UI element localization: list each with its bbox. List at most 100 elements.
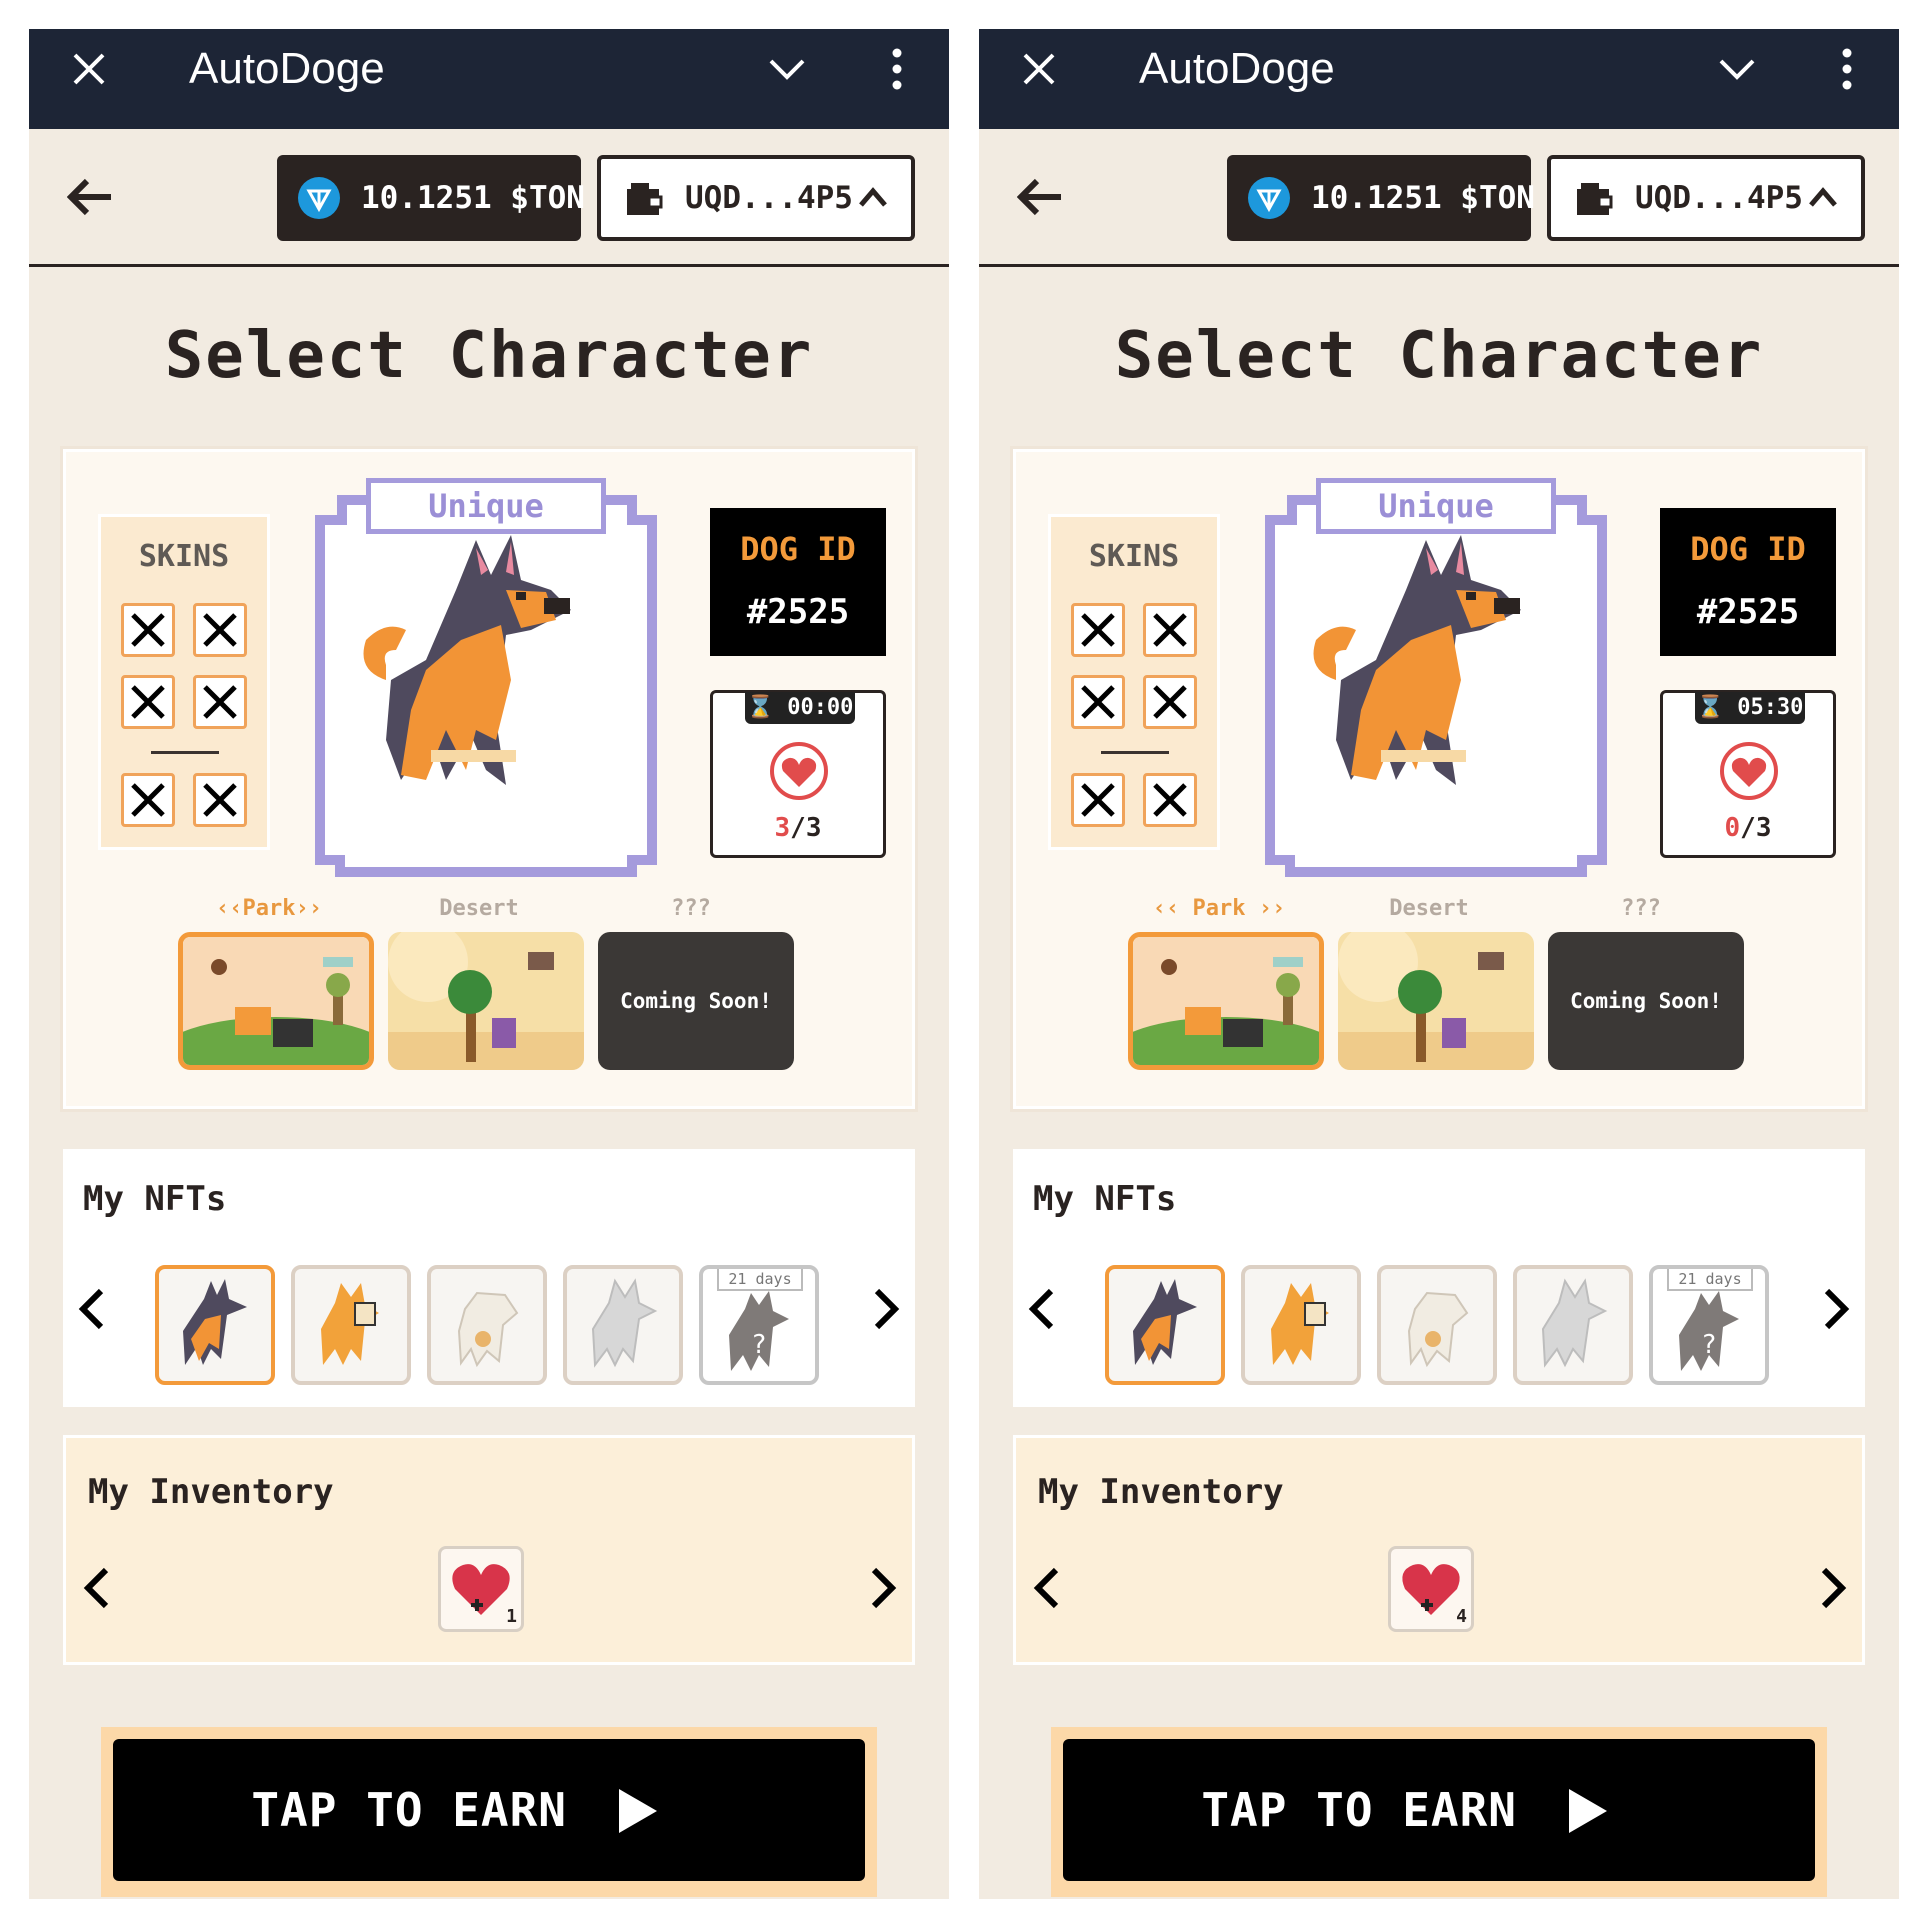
chevron-left-icon[interactable] [82, 1566, 112, 1610]
location-desert[interactable] [388, 932, 584, 1070]
chevron-right-icon[interactable] [868, 1566, 898, 1610]
skin-slot[interactable] [1143, 675, 1197, 729]
wallet-button[interactable]: UQD...4P5 [1547, 155, 1865, 241]
kebab-menu-icon[interactable] [891, 47, 903, 91]
nft-card[interactable] [291, 1265, 411, 1385]
location-coming-soon: Coming Soon! [1548, 932, 1744, 1070]
x-mark-icon [131, 613, 165, 647]
nft-dog-bulldog [1407, 1291, 1469, 1368]
chevron-left-icon[interactable] [77, 1287, 107, 1331]
nft-card[interactable] [1377, 1265, 1497, 1385]
tap-to-earn-button[interactable]: TAP TO EARN [113, 1739, 865, 1881]
nft-card[interactable] [1241, 1265, 1361, 1385]
location-park[interactable] [178, 932, 374, 1070]
skin-slot[interactable] [1143, 773, 1197, 827]
app-title: AutoDoge [189, 44, 385, 93]
wallet-bar: 10.1251 $TON UQD...4P5 [29, 129, 949, 267]
wallet-bar: 10.1251 $TON UQD...4P5 [979, 129, 1899, 267]
nft-card[interactable] [563, 1265, 683, 1385]
chevron-right-icon[interactable] [1821, 1287, 1851, 1331]
ton-balance[interactable]: 10.1251 $TON [1227, 155, 1535, 241]
nft-card[interactable] [155, 1265, 275, 1385]
energy-current: 0 [1724, 813, 1741, 843]
x-mark-icon [1153, 685, 1187, 719]
ton-diamond-icon [298, 177, 340, 219]
skins-divider [151, 751, 219, 754]
close-icon[interactable] [1021, 51, 1057, 87]
cta-frame: TAP TO EARN [101, 1727, 877, 1897]
page-title: Select Character [1114, 319, 1764, 393]
balance-amount: 10.1251 $TON [361, 180, 585, 216]
energy-max: /3 [1740, 813, 1772, 843]
svg-text:?: ? [1701, 1330, 1717, 1360]
heart-icon [770, 742, 828, 800]
screen-left: AutoDoge 10.1251 $TON UQD...4P5 Select C… [29, 29, 949, 1899]
dog-id-label: DOG ID [740, 530, 856, 568]
wallet-address: UQD...4P5 [685, 180, 853, 216]
location-park[interactable] [1128, 932, 1324, 1070]
skins-panel: SKINS [98, 514, 270, 850]
x-mark-icon [1081, 613, 1115, 647]
chevron-left-icon[interactable] [1032, 1566, 1062, 1610]
chevron-down-icon[interactable] [767, 51, 807, 87]
arrow-left-icon[interactable] [1017, 177, 1065, 217]
x-mark-icon [203, 783, 237, 817]
location-label-park: ‹‹Park›› [216, 896, 322, 921]
inventory-title: My Inventory [88, 1472, 334, 1512]
wallet-button[interactable]: UQD...4P5 [597, 155, 915, 241]
nft-dog-shiba [1271, 1283, 1329, 1365]
nfts-title: My NFTs [83, 1179, 227, 1219]
nft-dog-bulldog [457, 1291, 519, 1368]
skin-slot[interactable] [1071, 603, 1125, 657]
kebab-menu-icon[interactable] [1841, 47, 1853, 91]
balance-amount: 10.1251 $TON [1311, 180, 1535, 216]
skin-slot[interactable] [121, 773, 175, 827]
desert-scene [1338, 932, 1534, 1070]
energy-current: 3 [774, 813, 791, 843]
x-mark-icon [1153, 613, 1187, 647]
inventory-item-heart-potion[interactable]: 1 [438, 1546, 524, 1632]
location-desert[interactable] [1338, 932, 1534, 1070]
ton-diamond-icon [1248, 177, 1290, 219]
close-icon[interactable] [71, 51, 107, 87]
chevron-up-icon [1809, 187, 1837, 207]
nft-card[interactable] [1105, 1265, 1225, 1385]
nft-dog-shiba [321, 1283, 379, 1365]
nft-card-locked[interactable]: 21 days ? [1649, 1265, 1769, 1385]
energy-card: ⌛ 05:30 0/3 [1660, 690, 1836, 858]
nft-card[interactable] [1513, 1265, 1633, 1385]
nft-card-locked[interactable]: 21 days ? [699, 1265, 819, 1385]
desert-scene [388, 932, 584, 1070]
app-header: AutoDoge [979, 29, 1899, 129]
my-inventory-section: My Inventory 1 [63, 1435, 915, 1665]
skins-divider [1101, 751, 1169, 754]
skin-slot[interactable] [193, 773, 247, 827]
arrow-left-icon[interactable] [67, 177, 115, 217]
dog-id-value: #2525 [746, 592, 850, 632]
ton-balance[interactable]: 10.1251 $TON [277, 155, 585, 241]
skin-slot[interactable] [1143, 603, 1197, 657]
skin-slot[interactable] [121, 603, 175, 657]
skin-slot[interactable] [193, 675, 247, 729]
tap-to-earn-button[interactable]: TAP TO EARN [1063, 1739, 1815, 1881]
my-nfts-section: My NFTs 21 days ? [63, 1149, 915, 1407]
location-label-desert: Desert [439, 896, 519, 921]
location-label-park: ‹‹ Park ›› [1152, 896, 1286, 921]
cta-frame: TAP TO EARN [1051, 1727, 1827, 1897]
skin-slot[interactable] [121, 675, 175, 729]
skin-slot[interactable] [193, 603, 247, 657]
inventory-title: My Inventory [1038, 1472, 1284, 1512]
location-label-desert: Desert [1389, 896, 1469, 921]
skin-slot[interactable] [1071, 773, 1125, 827]
energy-count: 0/3 [1663, 813, 1833, 843]
skin-slot[interactable] [1071, 675, 1125, 729]
chevron-left-icon[interactable] [1027, 1287, 1057, 1331]
chevron-right-icon[interactable] [1818, 1566, 1848, 1610]
rarity-badge: Unique [366, 478, 606, 534]
inventory-item-heart-potion[interactable]: 4 [1388, 1546, 1474, 1632]
chevron-right-icon[interactable] [871, 1287, 901, 1331]
nft-dog-shepherd [183, 1279, 247, 1365]
chevron-down-icon[interactable] [1717, 51, 1757, 87]
my-nfts-section: My NFTs 21 days ? [1013, 1149, 1865, 1407]
nft-card[interactable] [427, 1265, 547, 1385]
